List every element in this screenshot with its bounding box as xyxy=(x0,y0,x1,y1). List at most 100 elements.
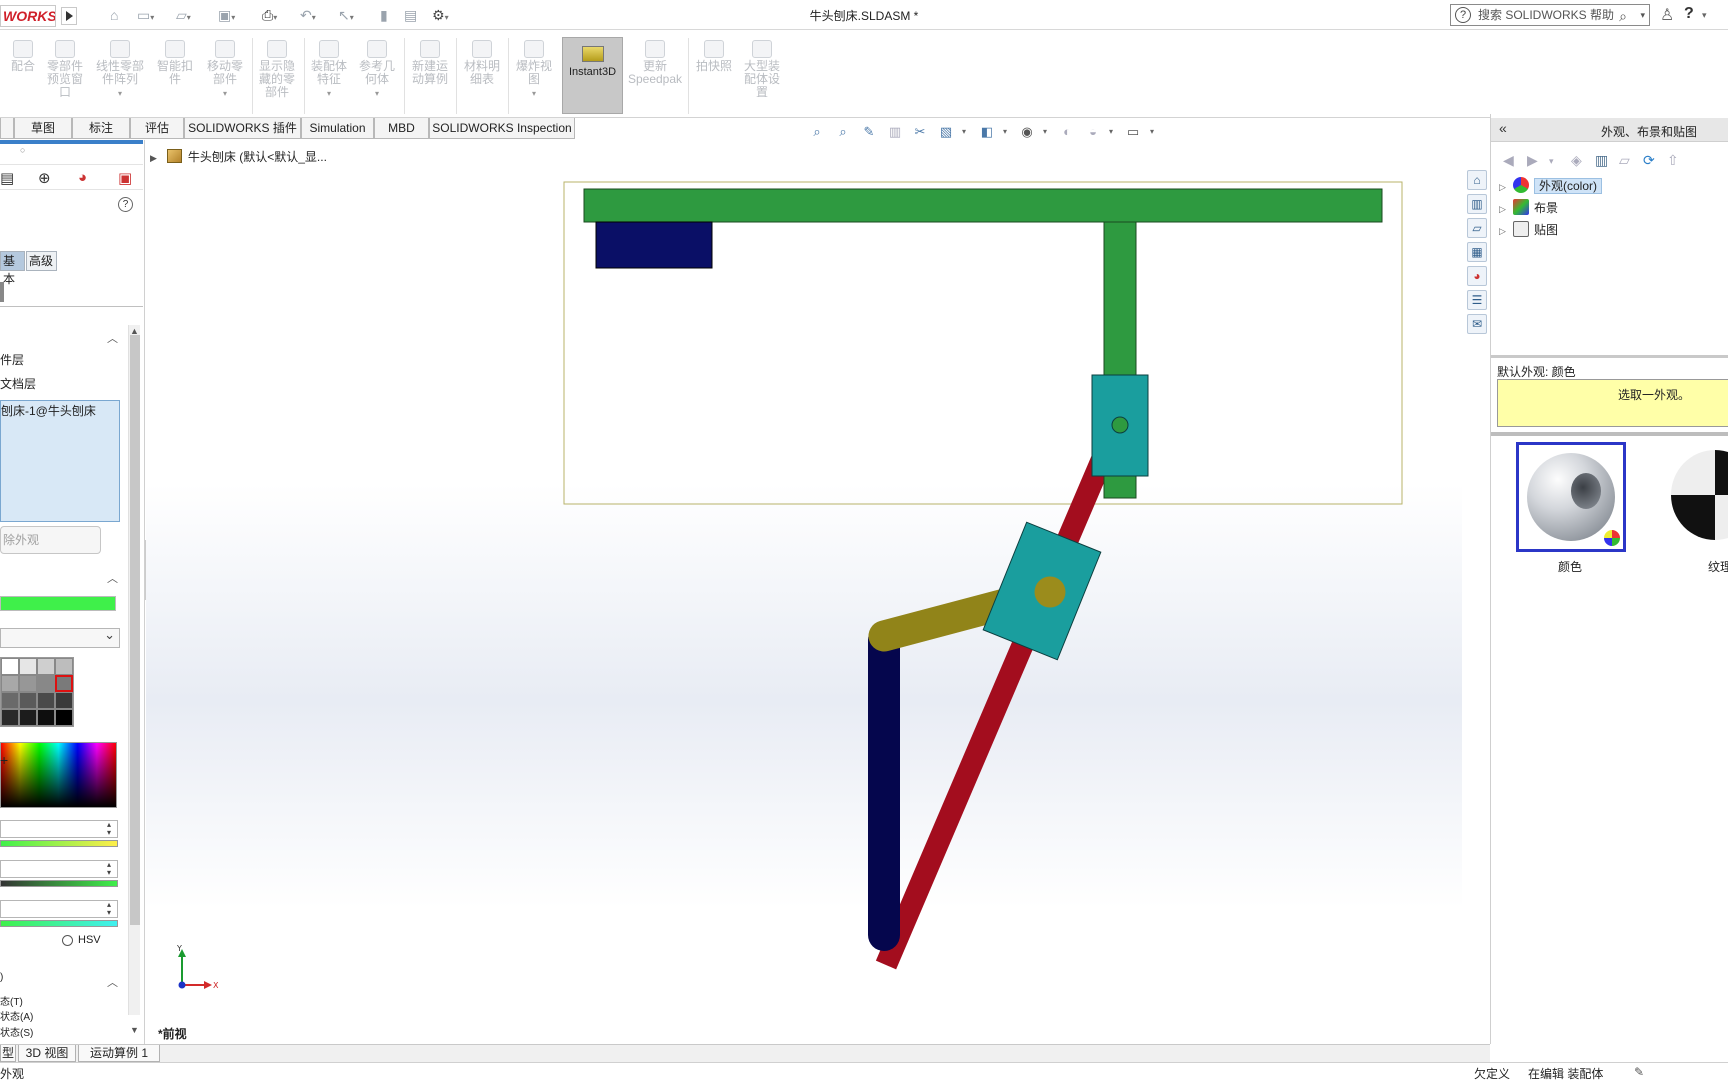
advanced-mode-button[interactable]: 高级 xyxy=(26,251,57,271)
update-speedpak-button[interactable]: 更新 Speedpak xyxy=(626,40,684,116)
select-cursor-icon[interactable]: ↖▾ xyxy=(338,6,354,24)
custom-properties-icon[interactable]: ☰ xyxy=(1467,290,1487,310)
search-dropdown-icon[interactable]: ▾ xyxy=(1640,5,1645,25)
hide-show-dropdown-icon[interactable]: ▾ xyxy=(1043,127,1047,136)
forward-icon[interactable]: ▶ xyxy=(1527,152,1538,169)
quick-note-icon[interactable]: ✎ xyxy=(1634,1065,1644,1079)
tab-markup[interactable]: 标注 xyxy=(72,118,130,139)
save-icon[interactable]: ▣▾ xyxy=(218,6,235,24)
collapse-color-section-icon[interactable]: ︿ xyxy=(107,570,118,586)
green-slider[interactable] xyxy=(0,880,118,887)
tree-item-decals[interactable]: ▷ 贴图 xyxy=(1499,220,1602,242)
appearance-tab-icon[interactable]: ◕ xyxy=(78,169,87,186)
tree-item-appearances[interactable]: ▷ 外观(color) xyxy=(1499,176,1603,198)
linear-component-pattern-button[interactable]: 线性零部 件阵列 ▾ xyxy=(92,40,148,116)
display-state-item[interactable]: 状态(A) xyxy=(0,1008,33,1023)
mate-button[interactable]: 配合 xyxy=(6,40,40,116)
display-state-item[interactable]: 态(T) xyxy=(0,993,23,1008)
collapse-section-icon[interactable]: ︿ xyxy=(107,330,118,346)
expand-icon[interactable]: ▷ xyxy=(1499,177,1513,197)
undo-icon[interactable]: ↶▾ xyxy=(300,6,316,24)
tab-motion-study-1[interactable]: 运动算例 1 xyxy=(78,1045,160,1062)
section-view-icon[interactable]: ▥ xyxy=(886,124,904,140)
display-state-item[interactable]: 状态(S) xyxy=(0,1024,33,1039)
help-search-input[interactable]: ? 搜索 SOLIDWORKS 帮助 ⌕ ▾ xyxy=(1450,4,1650,26)
collapse-display-states-icon[interactable]: ︿ xyxy=(107,974,118,990)
tab-mbd[interactable]: MBD xyxy=(374,118,429,139)
refresh-icon[interactable]: ⟳ xyxy=(1643,152,1655,169)
current-color-swatch[interactable] xyxy=(0,596,116,611)
tree-item-scenes[interactable]: ▷ 布景 xyxy=(1499,198,1602,220)
print-icon[interactable]: ⎙▾ xyxy=(262,6,277,24)
bill-of-materials-button[interactable]: 材料明 细表 xyxy=(460,40,504,116)
large-assembly-settings-button[interactable]: 大型装 配体设 置 xyxy=(740,40,784,116)
tab-simulation[interactable]: Simulation xyxy=(301,118,374,139)
tab-sketch[interactable]: 草图 xyxy=(14,118,72,139)
configuration-target-icon[interactable]: ⊕ xyxy=(38,169,51,187)
part-level-label[interactable]: 件层 xyxy=(0,351,24,368)
expand-icon[interactable]: ▷ xyxy=(1499,199,1513,219)
color-spectrum-picker[interactable] xyxy=(0,742,117,808)
view-settings-dropdown-icon[interactable]: ▾ xyxy=(1150,127,1154,136)
forum-icon[interactable]: ✉ xyxy=(1467,314,1487,334)
remove-appearance-button[interactable]: 除外观 xyxy=(0,526,101,554)
scroll-down-icon[interactable]: ▼ xyxy=(130,1025,139,1035)
smart-fasteners-button[interactable]: 智能扣 件 xyxy=(154,40,196,116)
red-slider[interactable] xyxy=(0,840,118,847)
user-account-icon[interactable]: ♙ xyxy=(1660,5,1674,25)
file-properties-icon[interactable]: ▤ xyxy=(404,6,417,24)
library-icon[interactable]: ▥ xyxy=(1595,152,1608,169)
menu-expand-arrow-icon[interactable] xyxy=(61,7,77,25)
up-icon[interactable]: ⇧ xyxy=(1667,152,1679,169)
gray-swatch-grid[interactable] xyxy=(0,657,74,727)
document-level-label[interactable]: 文档层 xyxy=(0,375,36,392)
design-library-icon[interactable]: ▥ xyxy=(1467,194,1487,214)
feature-manager-tab-icon[interactable]: ▤ xyxy=(0,169,14,187)
view-settings-monitor-icon[interactable]: ▭ xyxy=(1124,124,1142,140)
zoom-to-area-icon[interactable]: ⌕ xyxy=(834,124,852,140)
back-icon[interactable]: ◀ xyxy=(1503,152,1514,169)
view-orientation-icon[interactable]: ▧ xyxy=(937,124,955,140)
hsv-radio[interactable] xyxy=(62,935,73,946)
tab-model[interactable]: 型 xyxy=(0,1045,16,1062)
pane-splitter[interactable] xyxy=(1491,355,1728,358)
new-folder-icon[interactable]: ▱ xyxy=(1619,152,1630,169)
scroll-up-icon[interactable]: ▲ xyxy=(130,326,139,336)
view-palette-icon[interactable]: ▦ xyxy=(1467,242,1487,262)
display-style-dropdown-icon[interactable]: ▾ xyxy=(1003,127,1007,136)
green-value-spinner[interactable] xyxy=(0,860,118,878)
help-icon[interactable]: ? xyxy=(118,197,133,212)
selected-entity[interactable]: 刨床-1@牛头刨床 xyxy=(1,401,119,419)
rebuild-icon[interactable]: ▮ xyxy=(380,6,388,24)
red-value-spinner[interactable] xyxy=(0,820,118,838)
selected-geometry-list[interactable]: 刨床-1@牛头刨床 xyxy=(0,400,120,522)
instant3d-button[interactable]: Instant3D xyxy=(562,37,623,114)
mechanism-model[interactable] xyxy=(146,140,1490,1044)
take-snapshot-button[interactable]: 拍快照 xyxy=(692,40,736,116)
tab-solidworks-inspection[interactable]: SOLIDWORKS Inspection xyxy=(429,118,575,139)
view-orientation-dropdown-icon[interactable]: ▾ xyxy=(962,127,966,136)
open-folder-icon[interactable]: ▱▾ xyxy=(176,6,191,24)
appearances-scenes-icon[interactable]: ◕ xyxy=(1467,266,1487,286)
vertical-scrollbar[interactable] xyxy=(128,325,140,1015)
exploded-view-button[interactable]: 爆炸视 图 ▾ xyxy=(512,40,556,116)
new-motion-study-button[interactable]: 新建运 动算例 xyxy=(408,40,452,116)
solidworks-resources-icon[interactable]: ⌂ xyxy=(1467,170,1487,190)
tab-3d-views[interactable]: 3D 视图 xyxy=(18,1045,76,1062)
tab-evaluate[interactable]: 评估 xyxy=(130,118,184,139)
basic-mode-button[interactable]: 基本 xyxy=(0,251,25,286)
help-icon[interactable]: ? xyxy=(1684,5,1694,23)
search-icon[interactable]: ⌕ xyxy=(1619,6,1627,26)
apply-scene-icon[interactable]: ◒ xyxy=(1084,124,1102,140)
new-document-icon[interactable]: ▭▾ xyxy=(137,6,154,24)
display-style-icon[interactable]: ◧ xyxy=(978,124,996,140)
component-preview-window-button[interactable]: 零部件 预览窗 口 xyxy=(44,40,86,116)
dynamic-annotation-icon[interactable]: ✂ xyxy=(911,124,929,140)
options-gear-icon[interactable]: ⚙▾ xyxy=(432,6,449,24)
scrollbar-thumb[interactable] xyxy=(130,335,140,925)
pane-splitter[interactable] xyxy=(1491,432,1728,436)
help-dropdown-icon[interactable]: ▾ xyxy=(1702,10,1707,21)
blue-value-spinner[interactable] xyxy=(0,900,118,918)
tab-solidworks-addins[interactable]: SOLIDWORKS 插件 xyxy=(184,118,301,139)
hide-show-items-icon[interactable]: ◉ xyxy=(1018,124,1036,140)
